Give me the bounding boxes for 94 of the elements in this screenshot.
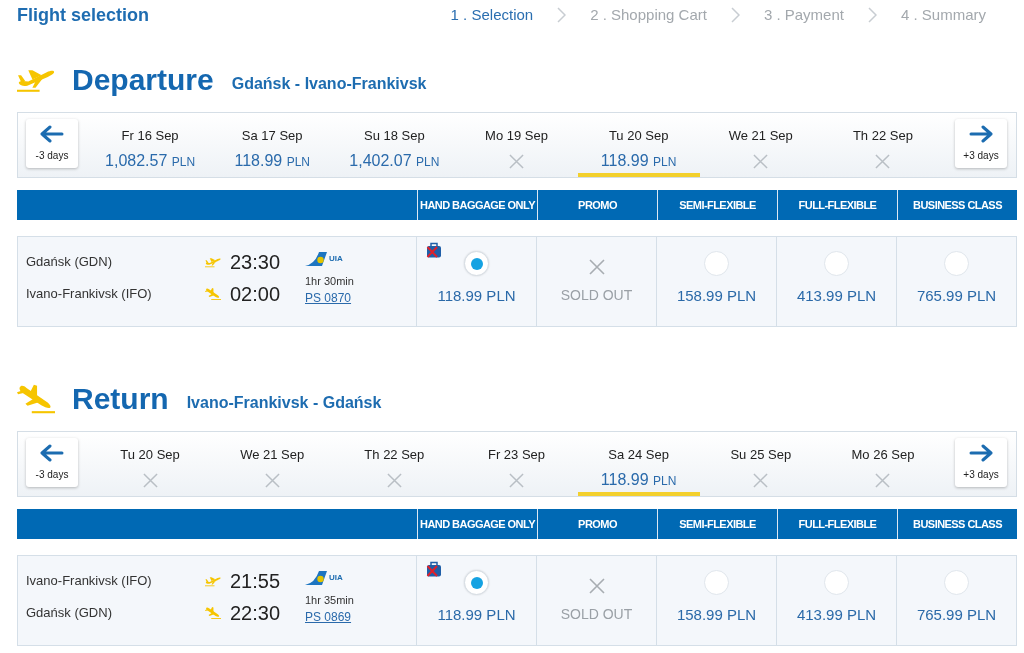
column-header: PROMO bbox=[537, 509, 657, 539]
date-tab[interactable]: Fr 16 Sep 1,082.57 PLN bbox=[89, 113, 212, 177]
date-tab[interactable]: Mo 26 Sep bbox=[821, 432, 944, 496]
takeoff-plane-icon bbox=[205, 575, 221, 587]
takeoff-plane-icon bbox=[205, 256, 221, 268]
arrow-left-icon bbox=[40, 443, 64, 462]
checkout-step: 2 . Shopping Cart bbox=[590, 3, 707, 27]
column-header: FULL-FLEXIBLE bbox=[777, 190, 897, 220]
column-header: SEMI-FLEXIBLE bbox=[657, 509, 777, 539]
date-tab[interactable]: We 21 Sep bbox=[211, 432, 334, 496]
airline-name: UIA bbox=[329, 254, 343, 264]
column-header: PROMO bbox=[537, 190, 657, 220]
departure-time: 23:30 bbox=[230, 250, 281, 274]
flight-duration: 1hr 30min bbox=[305, 274, 354, 288]
fare-price: 765.99 PLN bbox=[916, 605, 997, 625]
cross-icon bbox=[753, 154, 769, 169]
departure-time: 21:55 bbox=[230, 569, 281, 593]
landing-plane-icon bbox=[205, 607, 221, 619]
cross-icon bbox=[142, 473, 158, 488]
flight-number-link[interactable]: PS 0870 bbox=[305, 290, 352, 306]
airline-tail-icon bbox=[305, 571, 327, 585]
chevron-right-icon bbox=[557, 7, 567, 23]
fare-price: 413.99 PLN bbox=[796, 605, 877, 625]
column-header: HAND BAGGAGE ONLY bbox=[417, 509, 537, 539]
checkout-step: 4 . Summary bbox=[900, 3, 986, 27]
fare-price: 118.99 PLN bbox=[437, 286, 516, 306]
fare-price: 158.99 PLN bbox=[676, 605, 757, 625]
arrival-time: 02:00 bbox=[230, 282, 281, 306]
fare-price: 158.99 PLN bbox=[676, 286, 757, 306]
date-tab[interactable]: Sa 17 Sep 118.99 PLN bbox=[211, 113, 334, 177]
date-tab[interactable]: Sa 24 Sep 118.99 PLN bbox=[577, 432, 700, 496]
cross-icon bbox=[753, 473, 769, 488]
fare-price: 118.99 PLN bbox=[437, 605, 516, 625]
next-days-button[interactable]: +3 days bbox=[955, 438, 1007, 487]
fare-radio[interactable] bbox=[464, 570, 489, 595]
date-tab[interactable]: Tu 20 Sep 118.99 PLN bbox=[577, 113, 700, 177]
route-label: Ivano-Frankivsk - Gdańsk bbox=[186, 393, 382, 413]
arrow-right-icon bbox=[969, 124, 993, 143]
section-title: Departure bbox=[72, 62, 214, 98]
cross-icon bbox=[264, 473, 280, 488]
landing-plane-icon bbox=[17, 384, 55, 414]
date-tab[interactable]: Su 18 Sep 1,402.07 PLN bbox=[333, 113, 456, 177]
fare-radio[interactable] bbox=[824, 570, 849, 595]
cross-icon bbox=[588, 259, 605, 275]
landing-plane-icon bbox=[205, 288, 221, 300]
origin-airport: Gdańsk (GDN) bbox=[26, 253, 112, 271]
fare-radio[interactable] bbox=[944, 570, 969, 595]
date-tab[interactable]: Th 22 Sep bbox=[821, 113, 944, 177]
next-days-button[interactable]: +3 days bbox=[955, 119, 1007, 168]
flight-duration: 1hr 35min bbox=[305, 593, 354, 607]
chevron-right-icon bbox=[730, 7, 740, 23]
cross-icon bbox=[875, 473, 891, 488]
sold-out-label: SOLD OUT bbox=[560, 286, 633, 305]
column-header: SEMI-FLEXIBLE bbox=[657, 190, 777, 220]
sold-out-label: SOLD OUT bbox=[560, 605, 633, 624]
fare-radio[interactable] bbox=[824, 251, 849, 276]
fare-price: 413.99 PLN bbox=[796, 286, 877, 306]
date-tab[interactable]: Th 22 Sep bbox=[333, 432, 456, 496]
cross-icon bbox=[875, 154, 891, 169]
previous-days-button[interactable]: -3 days bbox=[26, 438, 78, 487]
arrow-right-icon bbox=[969, 443, 993, 462]
column-header: HAND BAGGAGE ONLY bbox=[417, 190, 537, 220]
cross-icon bbox=[509, 473, 524, 488]
checkout-step: 3 . Payment bbox=[763, 3, 844, 27]
arrival-time: 22:30 bbox=[230, 601, 281, 625]
cross-icon bbox=[386, 473, 402, 488]
page-title: Flight selection bbox=[17, 3, 149, 27]
cross-icon bbox=[588, 578, 605, 594]
fare-radio[interactable] bbox=[704, 570, 729, 595]
column-header: BUSINESS CLASS bbox=[897, 509, 1017, 539]
chevron-right-icon bbox=[867, 7, 877, 23]
destination-airport: Ivano-Frankivsk (IFO) bbox=[26, 285, 152, 303]
date-tab[interactable]: We 21 Sep bbox=[699, 113, 822, 177]
fare-radio[interactable] bbox=[944, 251, 969, 276]
cross-icon bbox=[509, 154, 524, 169]
date-tab[interactable]: Fr 23 Sep bbox=[455, 432, 578, 496]
airline-name: UIA bbox=[329, 573, 343, 583]
fare-price: 765.99 PLN bbox=[916, 286, 997, 306]
checkout-step: 1 . Selection bbox=[450, 3, 534, 27]
destination-airport: Gdańsk (GDN) bbox=[26, 604, 112, 622]
date-tab[interactable]: Su 25 Sep bbox=[699, 432, 822, 496]
route-label: Gdańsk - Ivano-Frankivsk bbox=[231, 74, 427, 94]
airline-tail-icon bbox=[305, 252, 327, 266]
arrow-left-icon bbox=[40, 124, 64, 143]
previous-days-button[interactable]: -3 days bbox=[26, 119, 78, 168]
column-header: FULL-FLEXIBLE bbox=[777, 509, 897, 539]
column-header: BUSINESS CLASS bbox=[897, 190, 1017, 220]
section-title: Return bbox=[72, 381, 169, 417]
fare-radio[interactable] bbox=[464, 251, 489, 276]
date-tab[interactable]: Mo 19 Sep bbox=[455, 113, 578, 177]
flight-number-link[interactable]: PS 0869 bbox=[305, 609, 352, 625]
date-tab[interactable]: Tu 20 Sep bbox=[89, 432, 212, 496]
fare-radio[interactable] bbox=[704, 251, 729, 276]
origin-airport: Ivano-Frankivsk (IFO) bbox=[26, 572, 152, 590]
